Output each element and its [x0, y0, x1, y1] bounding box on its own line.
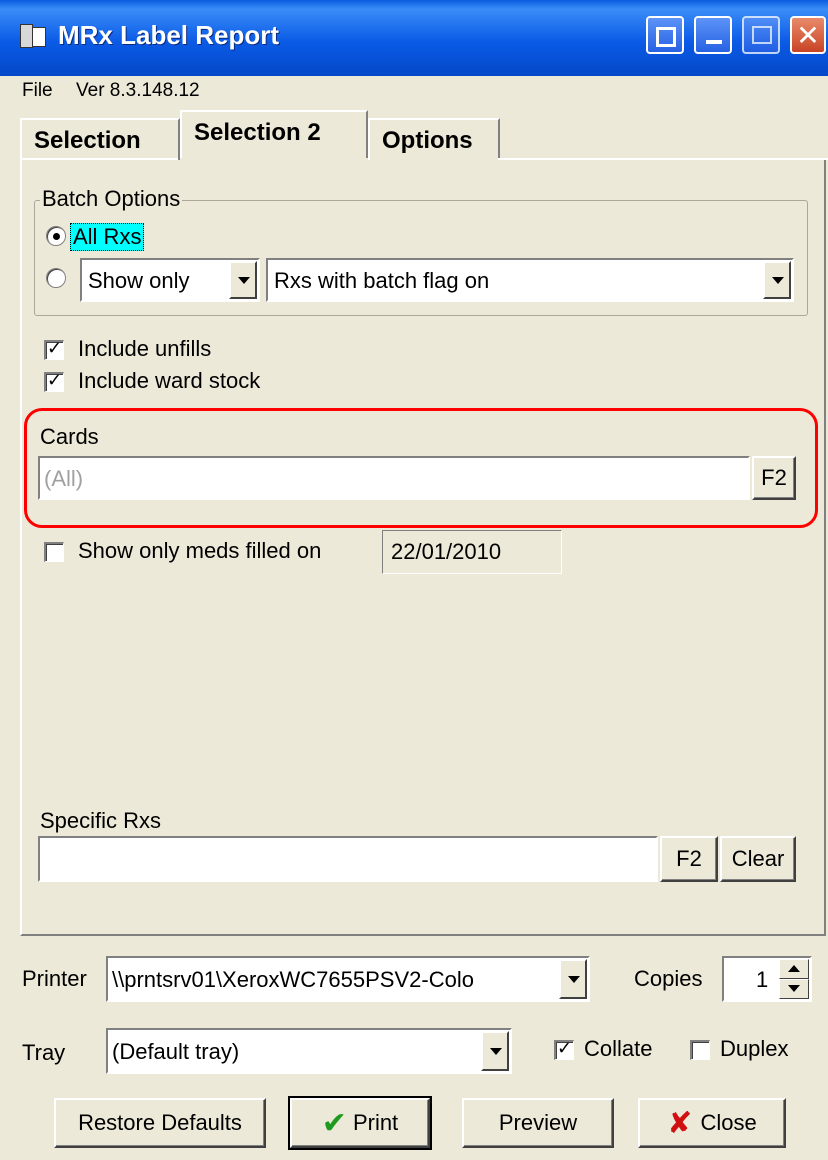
tray-label: Tray — [22, 1040, 66, 1065]
menu-file[interactable]: File — [22, 80, 53, 102]
collate-checkbox[interactable]: ✓ — [554, 1038, 574, 1060]
specific-rxs-input[interactable] — [38, 836, 658, 882]
cards-input[interactable]: (All) — [38, 456, 750, 500]
cards-label: Cards — [40, 424, 99, 449]
copies-label: Copies — [634, 966, 703, 991]
collate-label: Collate — [584, 1036, 653, 1061]
window-title: MRx Label Report — [58, 20, 280, 50]
print-button[interactable]: ✔ Print — [288, 1096, 432, 1150]
print-label: Print — [352, 1110, 399, 1135]
radio-show-mode[interactable] — [46, 268, 66, 288]
cards-f2-label: F2 — [761, 465, 787, 490]
close-window-button[interactable]: ✕ — [790, 16, 826, 54]
duplex-checkbox[interactable] — [690, 1040, 710, 1060]
printer-label: Printer — [22, 966, 87, 991]
tab-selection[interactable]: Selection — [20, 118, 180, 160]
chevron-down-icon[interactable] — [481, 1031, 509, 1071]
app-icon — [20, 24, 46, 48]
filled-on-checkbox[interactable] — [44, 542, 64, 562]
batch-flag-value: Rxs with batch flag on — [274, 268, 490, 293]
close-label: Close — [700, 1110, 757, 1135]
include-unfills-label: Include unfills — [78, 336, 212, 361]
filled-on-label: Show only meds filled on — [78, 538, 322, 563]
close-button[interactable]: ✘ Close — [638, 1098, 786, 1148]
chevron-down-icon[interactable] — [763, 261, 791, 299]
copies-stepper[interactable]: 1 — [722, 956, 812, 1002]
cards-placeholder: (All) — [44, 466, 84, 491]
chevron-down-icon[interactable] — [559, 959, 587, 999]
tab-options[interactable]: Options — [368, 118, 500, 160]
maximize-icon — [752, 26, 772, 44]
duplex-label: Duplex — [720, 1036, 789, 1061]
include-unfills-checkbox[interactable]: ✓ — [44, 338, 64, 360]
tab-selection-2-label: Selection 2 — [194, 119, 321, 146]
stepper-up-icon[interactable] — [779, 959, 809, 979]
include-ward-stock-checkbox[interactable]: ✓ — [44, 370, 64, 392]
checkmark-icon: ✔ — [321, 1105, 347, 1141]
tab-selection-label: Selection — [34, 127, 141, 154]
specific-rxs-clear-label: Clear — [731, 846, 785, 871]
tab-selection-2[interactable]: Selection 2 — [180, 110, 368, 158]
show-mode-select[interactable]: Show only — [80, 258, 260, 302]
window-switch-icon — [656, 27, 676, 47]
help-button[interactable] — [646, 16, 684, 54]
stepper-down-icon[interactable] — [779, 979, 809, 999]
close-x-icon: ✘ — [667, 1105, 693, 1141]
batch-options-legend: Batch Options — [40, 186, 183, 212]
preview-label: Preview — [498, 1110, 578, 1135]
specific-rxs-label: Specific Rxs — [40, 808, 162, 833]
tab-options-label: Options — [382, 127, 473, 154]
show-mode-value: Show only — [88, 268, 190, 293]
minimize-button[interactable] — [694, 16, 732, 54]
all-rxs-label[interactable]: All Rxs — [70, 223, 145, 251]
specific-rxs-clear-button[interactable]: Clear — [720, 836, 796, 882]
checkmark-icon: ✓ — [47, 338, 63, 359]
radio-all-rxs[interactable] — [46, 226, 66, 246]
filled-on-date[interactable]: 22/01/2010 — [382, 530, 562, 574]
printer-value: \\prntsrv01\XeroxWC7655PSV2-Colo — [112, 967, 474, 992]
restore-defaults-button[interactable]: Restore Defaults — [54, 1098, 266, 1148]
minimize-icon — [706, 40, 722, 44]
filled-on-date-value: 22/01/2010 — [391, 539, 502, 564]
batch-flag-select[interactable]: Rxs with batch flag on — [266, 258, 794, 302]
include-ward-stock-label: Include ward stock — [78, 368, 261, 393]
close-icon: ✕ — [796, 18, 820, 52]
tray-value: (Default tray) — [112, 1039, 240, 1064]
chevron-down-icon[interactable] — [229, 261, 257, 299]
specific-rxs-f2-button[interactable]: F2 — [660, 836, 718, 882]
specific-rxs-f2-label: F2 — [676, 846, 702, 871]
copies-value: 1 — [756, 967, 769, 992]
checkmark-icon: ✓ — [557, 1038, 573, 1059]
printer-select[interactable]: \\prntsrv01\XeroxWC7655PSV2-Colo — [106, 956, 590, 1002]
preview-button[interactable]: Preview — [462, 1098, 614, 1148]
cards-f2-button[interactable]: F2 — [752, 456, 796, 500]
version-label: Ver 8.3.148.12 — [76, 80, 200, 101]
tray-select[interactable]: (Default tray) — [106, 1028, 512, 1074]
restore-defaults-label: Restore Defaults — [78, 1110, 242, 1135]
maximize-button[interactable] — [742, 16, 780, 54]
checkmark-icon: ✓ — [47, 370, 63, 391]
